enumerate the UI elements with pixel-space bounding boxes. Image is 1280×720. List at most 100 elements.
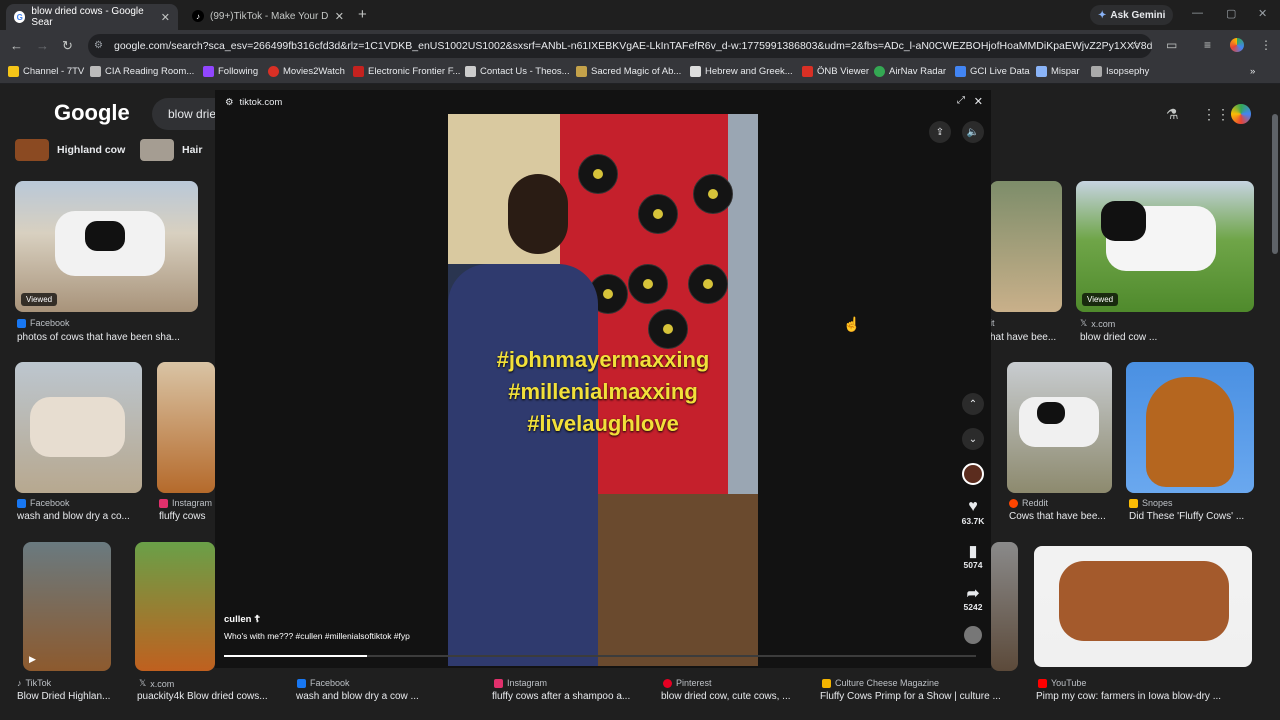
result-source[interactable]: Instagram bbox=[494, 678, 547, 688]
result-title[interactable]: Blow Dried Highlan... bbox=[17, 691, 132, 702]
play-icon: ▶ bbox=[29, 654, 36, 664]
result-title[interactable]: puackity4k Blow dried cows... bbox=[137, 691, 277, 702]
maximize-icon[interactable]: ▢ bbox=[1226, 7, 1236, 20]
overlay-domain[interactable]: tiktok.com bbox=[240, 97, 283, 108]
bookmark-label: GCI Live Data bbox=[970, 66, 1030, 77]
cast-icon[interactable]: ▭ bbox=[1166, 38, 1177, 52]
result-source[interactable]: Reddit bbox=[1009, 498, 1048, 508]
bookmark-item[interactable]: Electronic Frontier F... bbox=[353, 66, 460, 77]
more-bookmarks-icon[interactable]: » bbox=[1250, 66, 1255, 77]
bookmark-item[interactable]: AirNav Radar bbox=[874, 66, 946, 77]
tab-title: blow dried cows - Google Sear bbox=[31, 6, 144, 28]
upload-icon[interactable]: ⇪ bbox=[929, 121, 951, 143]
result-source[interactable]: Facebook bbox=[17, 318, 70, 328]
bookmark-item[interactable]: Hebrew and Greek... bbox=[690, 66, 793, 77]
like-button[interactable]: ♥ 63.7K bbox=[958, 498, 988, 526]
next-video-icon[interactable]: ⌄ bbox=[962, 428, 984, 450]
bookmark-item[interactable]: Sacred Magic of Ab... bbox=[576, 66, 681, 77]
bookmark-item[interactable]: Isopsephy bbox=[1091, 66, 1149, 77]
result-title[interactable]: hat have bee... bbox=[990, 332, 1062, 343]
result-title[interactable]: Cows that have bee... bbox=[1009, 511, 1114, 522]
address-bar[interactable]: google.com/search?sca_esv=266499fb316cfd… bbox=[88, 34, 1152, 58]
labs-flask-icon[interactable]: ⚗ bbox=[1166, 106, 1179, 123]
result-source[interactable]: ♪ TikTok bbox=[17, 678, 51, 688]
bookmark-item[interactable]: Mispar bbox=[1036, 66, 1080, 77]
save-button[interactable]: ▮ 5074 bbox=[958, 542, 988, 570]
result-image[interactable] bbox=[991, 542, 1018, 671]
bookmark-icon bbox=[90, 66, 101, 77]
menu-kebab-icon[interactable]: ⋮ bbox=[1260, 38, 1272, 52]
chip-hair[interactable]: Hair bbox=[140, 134, 202, 166]
site-settings-icon[interactable]: ⚙ bbox=[94, 40, 103, 51]
result-source[interactable]: Culture Cheese Magazine bbox=[822, 678, 939, 688]
result-image[interactable]: Viewed bbox=[15, 181, 198, 312]
bookmark-item[interactable]: Following bbox=[203, 66, 258, 77]
result-image[interactable]: ▶ bbox=[23, 542, 111, 671]
viewed-badge: Viewed bbox=[1082, 293, 1119, 306]
result-source[interactable]: 𝕏x.com bbox=[1080, 318, 1115, 329]
tab-tiktok[interactable]: ♪ (99+)TikTok - Make Your D ✕ bbox=[184, 4, 352, 28]
share-button[interactable]: ➦ 5242 bbox=[958, 584, 988, 612]
result-title[interactable]: blow dried cow, cute cows, ... bbox=[661, 691, 811, 702]
previous-video-icon[interactable]: ⌃ bbox=[962, 393, 984, 415]
result-image[interactable] bbox=[1126, 362, 1254, 493]
bookmark-item[interactable]: Movies2Watch bbox=[268, 66, 345, 77]
profile-avatar-icon[interactable] bbox=[1230, 38, 1244, 52]
result-source[interactable]: Instagram bbox=[159, 498, 212, 508]
close-window-icon[interactable]: ✕ bbox=[1258, 7, 1267, 20]
result-image[interactable] bbox=[1007, 362, 1112, 493]
result-source[interactable]: YouTube bbox=[1038, 678, 1086, 688]
open-in-new-icon[interactable]: ⤢ bbox=[957, 95, 965, 106]
forward-icon[interactable]: → bbox=[36, 38, 49, 53]
result-title[interactable]: blow dried cow ... bbox=[1080, 332, 1250, 343]
video-frame[interactable]: #johnmayermaxxing #millenialmaxxing #liv… bbox=[448, 114, 758, 666]
close-tab-icon[interactable]: ✕ bbox=[335, 10, 344, 23]
video-progress-bar[interactable] bbox=[224, 655, 976, 657]
result-image[interactable] bbox=[990, 181, 1062, 312]
search-input[interactable]: blow drie bbox=[152, 98, 222, 130]
result-source[interactable]: Facebook bbox=[17, 498, 70, 508]
close-tab-icon[interactable]: ✕ bbox=[161, 11, 170, 24]
result-source[interactable]: Pinterest bbox=[663, 678, 712, 688]
back-icon[interactable]: ← bbox=[10, 38, 23, 53]
result-title[interactable]: fluffy cows bbox=[159, 511, 215, 522]
close-overlay-icon[interactable]: ✕ bbox=[974, 95, 983, 108]
volume-icon[interactable]: 🔈 bbox=[962, 121, 984, 143]
result-source[interactable]: Facebook bbox=[297, 678, 350, 688]
result-image[interactable] bbox=[15, 362, 142, 493]
bookmark-item[interactable]: Channel - 7TV bbox=[8, 66, 84, 77]
bookmark-item[interactable]: Contact Us - Theos... bbox=[465, 66, 570, 77]
scrollbar-thumb[interactable] bbox=[1272, 114, 1278, 254]
result-title[interactable]: wash and blow dry a co... bbox=[17, 511, 147, 522]
bookmark-item[interactable]: CIA Reading Room... bbox=[90, 66, 194, 77]
result-title[interactable]: Pimp my cow: farmers in Iowa blow-dry ..… bbox=[1036, 691, 1256, 702]
account-avatar[interactable] bbox=[1229, 102, 1253, 126]
result-image[interactable]: Viewed bbox=[1076, 181, 1254, 312]
new-tab-icon[interactable]: + bbox=[358, 6, 367, 23]
result-source[interactable]: 𝕏x.com bbox=[139, 678, 174, 689]
result-image[interactable] bbox=[1034, 546, 1252, 667]
result-title[interactable]: wash and blow dry a cow ... bbox=[296, 691, 476, 702]
result-title[interactable]: fluffy cows after a shampoo a... bbox=[492, 691, 652, 702]
page-scrollbar[interactable] bbox=[1270, 84, 1280, 720]
music-disc-icon[interactable] bbox=[964, 626, 982, 644]
result-image[interactable] bbox=[135, 542, 215, 671]
result-title[interactable]: Fluffy Cows Primp for a Show | culture .… bbox=[820, 691, 1020, 702]
result-source[interactable]: Snopes bbox=[1129, 498, 1173, 508]
bookmark-item[interactable]: GCI Live Data bbox=[955, 66, 1030, 77]
ask-gemini-button[interactable]: ✦ Ask Gemini bbox=[1090, 5, 1174, 25]
creator-avatar[interactable] bbox=[962, 463, 984, 485]
minimize-icon[interactable]: — bbox=[1192, 7, 1203, 19]
chip-highland-cow[interactable]: Highland cow bbox=[15, 134, 125, 166]
result-title[interactable]: Did These 'Fluffy Cows' ... bbox=[1129, 511, 1254, 522]
reload-icon[interactable]: ↻ bbox=[62, 38, 73, 54]
bookmark-star-icon[interactable]: ☆ bbox=[1130, 38, 1141, 52]
bookmark-item[interactable]: ÖNB Viewer bbox=[802, 66, 869, 77]
result-title[interactable]: photos of cows that have been sha... bbox=[17, 332, 197, 343]
tab-google-search[interactable]: G blow dried cows - Google Sear ✕ bbox=[6, 4, 178, 30]
tab-search-icon[interactable]: ≡ bbox=[1204, 38, 1211, 52]
result-image[interactable] bbox=[157, 362, 215, 493]
google-logo[interactable]: Google bbox=[54, 100, 130, 126]
video-author[interactable]: cullen ☦ bbox=[224, 614, 260, 625]
apps-grid-icon[interactable]: ⋮⋮ bbox=[1202, 106, 1230, 123]
